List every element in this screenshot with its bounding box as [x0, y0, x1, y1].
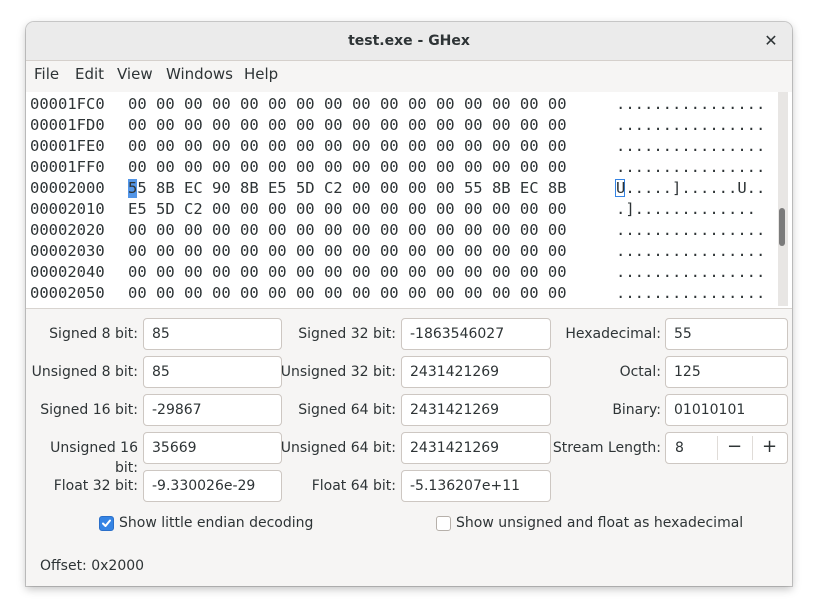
unsigned32-label: Unsigned 32 bit:: [280, 364, 396, 380]
hex-row-current: 00002000 55 8B EC 90 8B E5 5D C2 00 00 0…: [26, 178, 778, 199]
row-ascii[interactable]: ................: [616, 220, 765, 241]
row-hex-bytes[interactable]: 00 00 00 00 00 00 00 00 00 00 00 00 00 0…: [128, 220, 567, 241]
menu-file[interactable]: File: [34, 61, 59, 91]
hex-row: 00001FE0 00 00 00 00 00 00 00 00 00 00 0…: [26, 136, 765, 157]
octal-field[interactable]: 125: [665, 356, 788, 388]
row-address: 00002020: [30, 221, 105, 239]
binary-field[interactable]: 01010101: [665, 394, 788, 426]
stream-length-label: Stream Length:: [552, 440, 661, 456]
window-title: test.exe - GHex: [348, 33, 470, 49]
menu-view[interactable]: View: [117, 61, 153, 91]
hex-row: 00002020 00 00 00 00 00 00 00 00 00 00 0…: [26, 220, 765, 241]
menu-windows[interactable]: Windows: [166, 61, 233, 91]
row-ascii[interactable]: .].............: [616, 199, 756, 220]
row-hex-bytes[interactable]: 00 00 00 00 00 00 00 00 00 00 00 00 00 0…: [128, 241, 567, 262]
offset-status: Offset: 0x2000: [40, 558, 145, 574]
hex-row: 00001FD0 00 00 00 00 00 00 00 00 00 00 0…: [26, 115, 765, 136]
signed32-field[interactable]: -1863546027: [401, 318, 551, 350]
row-ascii[interactable]: ................: [616, 283, 765, 304]
float32-label: Float 32 bit:: [53, 478, 138, 494]
row-address: 00001FC0: [30, 95, 105, 113]
hex-row: 00002050 00 00 00 00 00 00 00 00 00 00 0…: [26, 283, 765, 304]
row-address: 00002030: [30, 242, 105, 260]
signed32-label: Signed 32 bit:: [298, 326, 396, 342]
row-ascii[interactable]: ................: [616, 94, 765, 115]
row-hex-bytes[interactable]: 00 00 00 00 00 00 00 00 00 00 00 00 00 0…: [128, 157, 567, 178]
unsigned16-label: Unsigned 16 bit:: [50, 440, 138, 476]
row-ascii[interactable]: ................: [616, 157, 765, 178]
checkmark-icon: [102, 519, 111, 527]
signed8-field[interactable]: 85: [143, 318, 282, 350]
decrease-stream-length-button[interactable]: −: [717, 432, 752, 464]
increase-stream-length-button[interactable]: +: [752, 432, 787, 464]
little-endian-checkbox[interactable]: [99, 516, 114, 531]
hex-row: 00001FC0 00 00 00 00 00 00 00 00 00 00 0…: [26, 94, 765, 115]
signed64-label: Signed 64 bit:: [298, 402, 396, 418]
row-ascii[interactable]: ................: [616, 115, 765, 136]
hexadecimal-label: Hexadecimal:: [565, 326, 661, 342]
row-address: 00001FE0: [30, 137, 105, 155]
row-ascii[interactable]: ................: [616, 262, 765, 283]
hex-row: 00002010 E5 5D C2 00 00 00 00 00 00 00 0…: [26, 199, 756, 220]
menu-edit[interactable]: Edit: [75, 61, 104, 91]
unsigned32-field[interactable]: 2431421269: [401, 356, 551, 388]
stream-length-value[interactable]: 8: [675, 433, 684, 463]
row-hex-bytes[interactable]: 00 00 00 00 00 00 00 00 00 00 00 00 00 0…: [128, 94, 567, 115]
row-hex-bytes[interactable]: 00 00 00 00 00 00 00 00 00 00 00 00 00 0…: [128, 115, 567, 136]
float64-field[interactable]: -5.136207e+11: [401, 470, 551, 502]
binary-label: Binary:: [612, 402, 661, 418]
signed16-field[interactable]: -29867: [143, 394, 282, 426]
scrollbar-track[interactable]: [778, 92, 788, 306]
unsigned16-field[interactable]: 35669: [143, 432, 282, 464]
menu-help[interactable]: Help: [244, 61, 278, 91]
row-address: 00002000: [30, 179, 105, 197]
unsigned64-field[interactable]: 2431421269: [401, 432, 551, 464]
hex-row: 00002030 00 00 00 00 00 00 00 00 00 00 0…: [26, 241, 765, 262]
row-ascii[interactable]: ................: [616, 136, 765, 157]
ghex-window: test.exe - GHex ✕ File Edit View Windows…: [26, 22, 792, 586]
row-address: 00002010: [30, 200, 105, 218]
hexadecimal-field[interactable]: 55: [665, 318, 788, 350]
row-hex-bytes[interactable]: E5 5D C2 00 00 00 00 00 00 00 00 00 00 0…: [128, 199, 567, 220]
title-bar[interactable]: test.exe - GHex ✕: [26, 22, 792, 61]
row-address: 00002050: [30, 284, 105, 302]
float32-field[interactable]: -9.330026e-29: [143, 470, 282, 502]
signed64-field[interactable]: 2431421269: [401, 394, 551, 426]
octal-label: Octal:: [619, 364, 661, 380]
row-hex-bytes[interactable]: 00 00 00 00 00 00 00 00 00 00 00 00 00 0…: [128, 136, 567, 157]
row-ascii[interactable]: ................: [616, 241, 765, 262]
scrollbar-thumb[interactable]: [779, 208, 785, 246]
little-endian-label[interactable]: Show little endian decoding: [119, 513, 313, 533]
unsigned-hex-checkbox[interactable]: [436, 516, 451, 531]
row-hex-bytes[interactable]: 00 00 00 00 00 00 00 00 00 00 00 00 00 0…: [128, 283, 567, 304]
close-icon[interactable]: ✕: [760, 30, 782, 52]
hex-row: 00001FF0 00 00 00 00 00 00 00 00 00 00 0…: [26, 157, 765, 178]
float64-label: Float 64 bit:: [311, 478, 396, 494]
signed16-label: Signed 16 bit:: [40, 402, 138, 418]
hex-row: 00002040 00 00 00 00 00 00 00 00 00 00 0…: [26, 262, 765, 283]
row-address: 00001FD0: [30, 116, 105, 134]
row-address: 00002040: [30, 263, 105, 281]
hex-view[interactable]: 00001FC0 00 00 00 00 00 00 00 00 00 00 0…: [26, 92, 792, 309]
row-hex-bytes[interactable]: 55 8B EC 90 8B E5 5D C2 00 00 00 00 55 8…: [128, 178, 567, 199]
row-hex-bytes[interactable]: 00 00 00 00 00 00 00 00 00 00 00 00 00 0…: [128, 262, 567, 283]
unsigned-hex-label[interactable]: Show unsigned and float as hexadecimal: [456, 513, 743, 533]
unsigned64-label: Unsigned 64 bit:: [280, 440, 396, 456]
unsigned8-field[interactable]: 85: [143, 356, 282, 388]
signed8-label: Signed 8 bit:: [49, 326, 138, 342]
row-address: 00001FF0: [30, 158, 105, 176]
row-ascii[interactable]: U.....]......U..: [616, 178, 765, 199]
menu-bar: File Edit View Windows Help: [26, 61, 792, 91]
unsigned8-label: Unsigned 8 bit:: [31, 364, 138, 380]
